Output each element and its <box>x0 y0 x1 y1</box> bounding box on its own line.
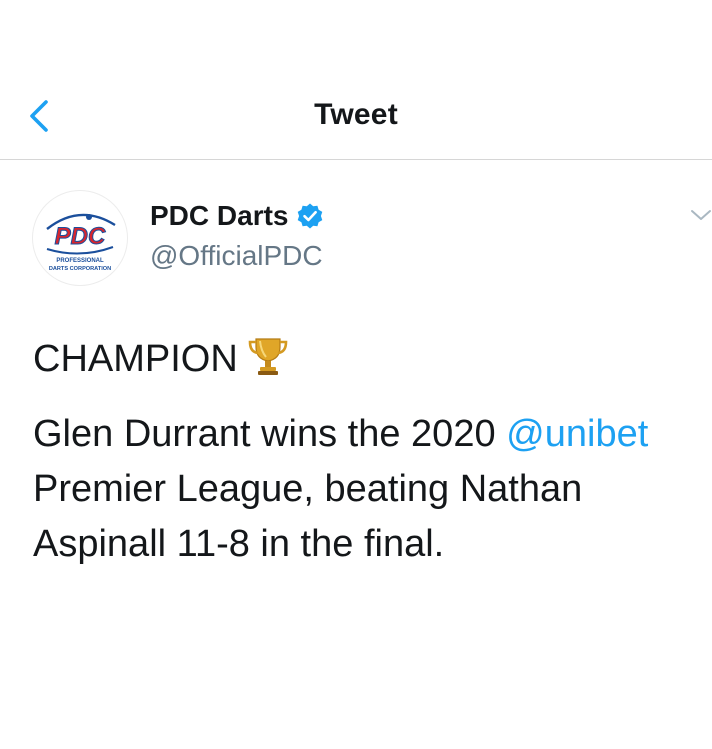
verified-badge-icon <box>298 203 323 229</box>
avatar-subtext-1: PROFESSIONAL <box>56 258 104 264</box>
author-handle[interactable]: @OfficialPDC <box>150 240 323 272</box>
tweet-line-3: Premier League, beating Nathan <box>33 468 583 510</box>
avatar-logo-text: PDC <box>55 223 106 250</box>
tweet-text-segment: Glen Durrant wins the 2020 <box>33 413 507 455</box>
avatar-subtext-2: DARTS CORPORATION <box>49 266 111 272</box>
trophy-icon <box>248 338 288 375</box>
mention-link[interactable]: @unibet <box>506 413 648 455</box>
author-display-name[interactable]: PDC Darts <box>150 200 324 232</box>
tweet-line-4: Aspinall 11-8 in the final. <box>33 523 445 565</box>
tweet-headline: CHAMPION <box>33 338 238 380</box>
tweet-body: CHAMPION Glen Durrant wins the 2020 @uni… <box>33 332 712 572</box>
pdc-logo-icon: PDC PROFESSIONAL DARTS CORPORATION <box>46 213 116 272</box>
page-title: Tweet <box>314 98 398 131</box>
header-divider <box>0 159 712 160</box>
chevron-down-icon[interactable] <box>690 206 712 224</box>
tweet-headline-line: CHAMPION <box>33 332 712 387</box>
author-name-text: PDC Darts <box>150 200 289 231</box>
avatar[interactable]: PDC PROFESSIONAL DARTS CORPORATION <box>33 191 127 285</box>
navigation-bar: Tweet <box>0 0 712 160</box>
tweet-line-2: Glen Durrant wins the 2020 @unibet <box>33 407 712 462</box>
